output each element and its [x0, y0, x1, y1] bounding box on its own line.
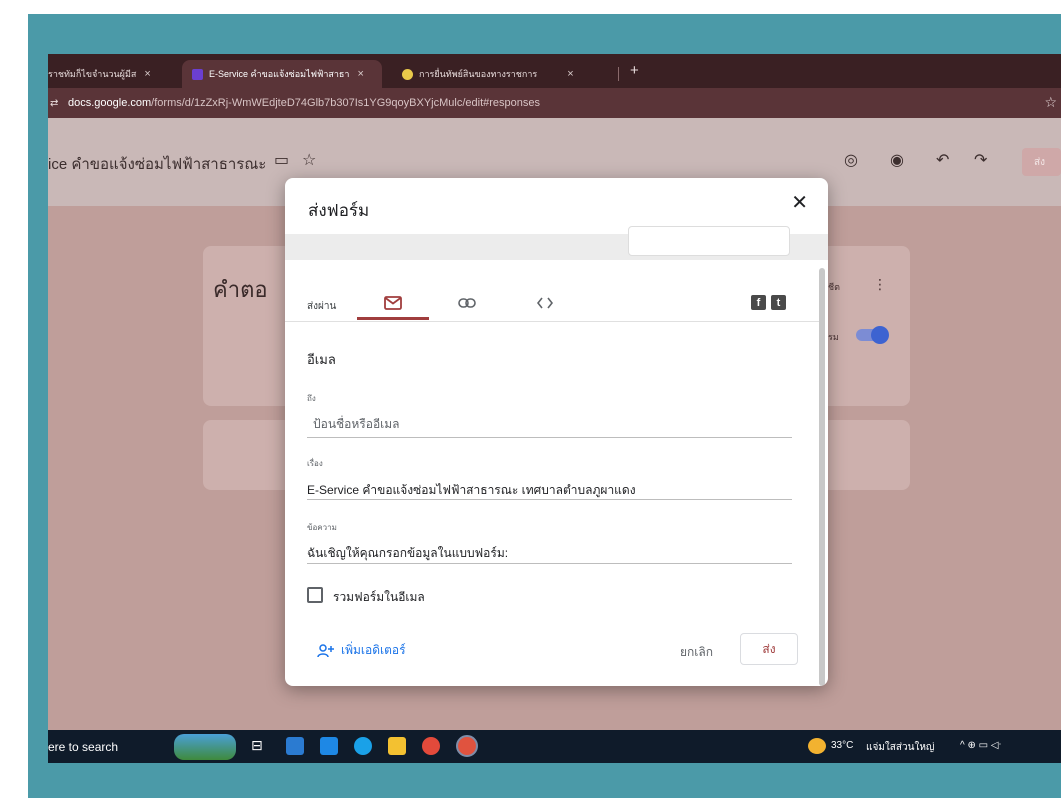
dialog-scrollbar[interactable]: [819, 268, 825, 686]
mail-icon[interactable]: [320, 737, 338, 755]
tab-email[interactable]: [371, 288, 415, 318]
windows-taskbar: ere to search ⊟ 33°C แจ่มใสส่วนใหญ่ ^ ⊕ …: [48, 730, 1061, 763]
screenshot: ราชทัมก็ไขจำนวนผู้มีส × E-Service คำขอแจ…: [48, 54, 1061, 763]
star-icon[interactable]: ☆: [302, 150, 316, 170]
collect-emails-select[interactable]: [628, 226, 790, 256]
tab-embed[interactable]: [523, 288, 567, 318]
more-vert-icon[interactable]: ⋮: [873, 276, 887, 293]
send-button[interactable]: ส่ง: [740, 633, 798, 665]
to-input-underline: [307, 437, 792, 438]
embed-icon: [537, 297, 553, 309]
address-bar[interactable]: ⇄ docs.google.com/forms/d/1zZxRj-WmWEdjt…: [48, 88, 1061, 118]
site-info-icon[interactable]: ⇄: [50, 98, 58, 109]
section-title-email: อีเมล: [307, 352, 336, 367]
new-tab-button[interactable]: +: [630, 62, 639, 79]
chrome-profile-icon[interactable]: [456, 735, 478, 757]
collect-emails-row: [285, 226, 828, 260]
subject-label: เรื่อง: [307, 459, 323, 468]
to-input[interactable]: ป้อนชื่อหรืออีเมล: [313, 415, 400, 434]
redo-icon[interactable]: ↷: [974, 150, 987, 170]
weather-text[interactable]: แจ่มใสส่วนใหญ่: [866, 740, 934, 755]
file-explorer-icon[interactable]: [388, 737, 406, 755]
weather-icon: [808, 738, 826, 754]
url-path: /forms/d/1zZxRj-WmWEdjteD74Glb7b307Is1YG…: [151, 97, 540, 109]
tab-label: E-Service คำขอแจ้งซ่อมไฟฟ้าสาธา: [209, 69, 350, 79]
active-tab-indicator: [357, 317, 429, 320]
message-label: ข้อความ: [307, 523, 337, 532]
send-via-label: ส่งผ่าน: [307, 301, 337, 312]
tab-separator: [618, 67, 619, 81]
store-icon[interactable]: [286, 737, 304, 755]
palette-icon[interactable]: ◎: [844, 150, 858, 170]
site-favicon-icon: [402, 68, 413, 80]
accepting-text: รม: [828, 332, 839, 342]
tab-close-icon[interactable]: ×: [144, 68, 150, 80]
browser-tab-strip: ราชทัมก็ไขจำนวนผู้มีส × E-Service คำขอแจ…: [48, 54, 1061, 88]
preview-eye-icon[interactable]: ◉: [890, 150, 904, 170]
dialog-title: ส่งฟอร์ม: [308, 201, 370, 220]
search-highlight-icon[interactable]: [174, 734, 236, 760]
tab-2[interactable]: E-Service คำขอแจ้งซ่อมไฟฟ้าสาธา ×: [182, 60, 382, 88]
include-form-checkbox[interactable]: [307, 587, 323, 603]
cancel-button[interactable]: ยกเลิก: [680, 643, 713, 662]
add-collaborators-button[interactable]: เพิ่มเอดิเตอร์: [317, 641, 406, 660]
tab-close-icon[interactable]: ×: [357, 68, 363, 80]
accepting-responses-toggle[interactable]: [856, 326, 889, 344]
header-send-button[interactable]: ส่ง: [1022, 148, 1061, 176]
toggle-knob: [871, 326, 889, 344]
subject-input[interactable]: E-Service คำขอแจ้งซ่อมไฟฟ้าสาธารณะ เทศบา…: [307, 481, 636, 500]
message-input[interactable]: ฉันเชิญให้คุณกรอกข้อมูลในแบบฟอร์ม:: [307, 544, 508, 563]
taskbar-search[interactable]: ere to search: [48, 740, 118, 754]
twitter-icon[interactable]: t: [771, 295, 786, 310]
sheets-link-text: ชีต: [828, 282, 840, 292]
email-icon: [384, 296, 402, 310]
tab-close-icon[interactable]: ×: [567, 68, 573, 80]
tabs-divider: [285, 321, 820, 322]
tab-label: ราชทัมก็ไขจำนวนผู้มีส: [48, 69, 137, 79]
tab-3[interactable]: การยื่นทัพย์สินของทางราชการ ×: [392, 60, 612, 88]
message-input-underline: [307, 563, 792, 564]
subject-input-underline: [307, 499, 792, 500]
to-label: ถึง: [307, 394, 316, 403]
weather-temp[interactable]: 33°C: [831, 740, 853, 751]
tab-1[interactable]: ราชทัมก็ไขจำนวนผู้มีส ×: [48, 60, 178, 88]
url-domain: docs.google.com: [68, 97, 152, 109]
add-collaborators-label: เพิ่มเอดิเตอร์: [341, 643, 406, 657]
send-form-dialog: ส่งฟอร์ม ✕ ส่งผ่าน f t อีเมล ถึง ป้อนชื่…: [285, 178, 828, 686]
task-view-icon[interactable]: ⊟: [251, 737, 269, 755]
link-icon: [458, 298, 476, 308]
tray-icons[interactable]: ^ ⊕ ▭ ◁ᐧ: [960, 740, 1001, 751]
close-icon[interactable]: ✕: [791, 190, 808, 215]
facebook-icon[interactable]: f: [751, 295, 766, 310]
folder-icon[interactable]: ▭: [274, 150, 289, 170]
tab-link[interactable]: [445, 288, 489, 318]
forms-favicon-icon: [192, 68, 203, 80]
include-form-label: รวมฟอร์มในอีเมล: [333, 590, 425, 604]
tab-label: การยื่นทัพย์สินของทางราชการ: [419, 69, 538, 79]
edge-icon[interactable]: [354, 737, 372, 755]
chrome-icon[interactable]: [422, 737, 440, 755]
url-text[interactable]: docs.google.com/forms/d/1zZxRj-WmWEdjteD…: [68, 97, 540, 109]
person-add-icon: [317, 643, 334, 657]
responses-card-title: คำตอ: [213, 277, 268, 302]
form-title: ice คำขอแจ้งซ่อมไฟฟ้าสาธารณะ: [48, 156, 267, 173]
undo-icon[interactable]: ↶: [936, 150, 949, 170]
bookmark-star-icon[interactable]: ☆: [1044, 94, 1057, 111]
